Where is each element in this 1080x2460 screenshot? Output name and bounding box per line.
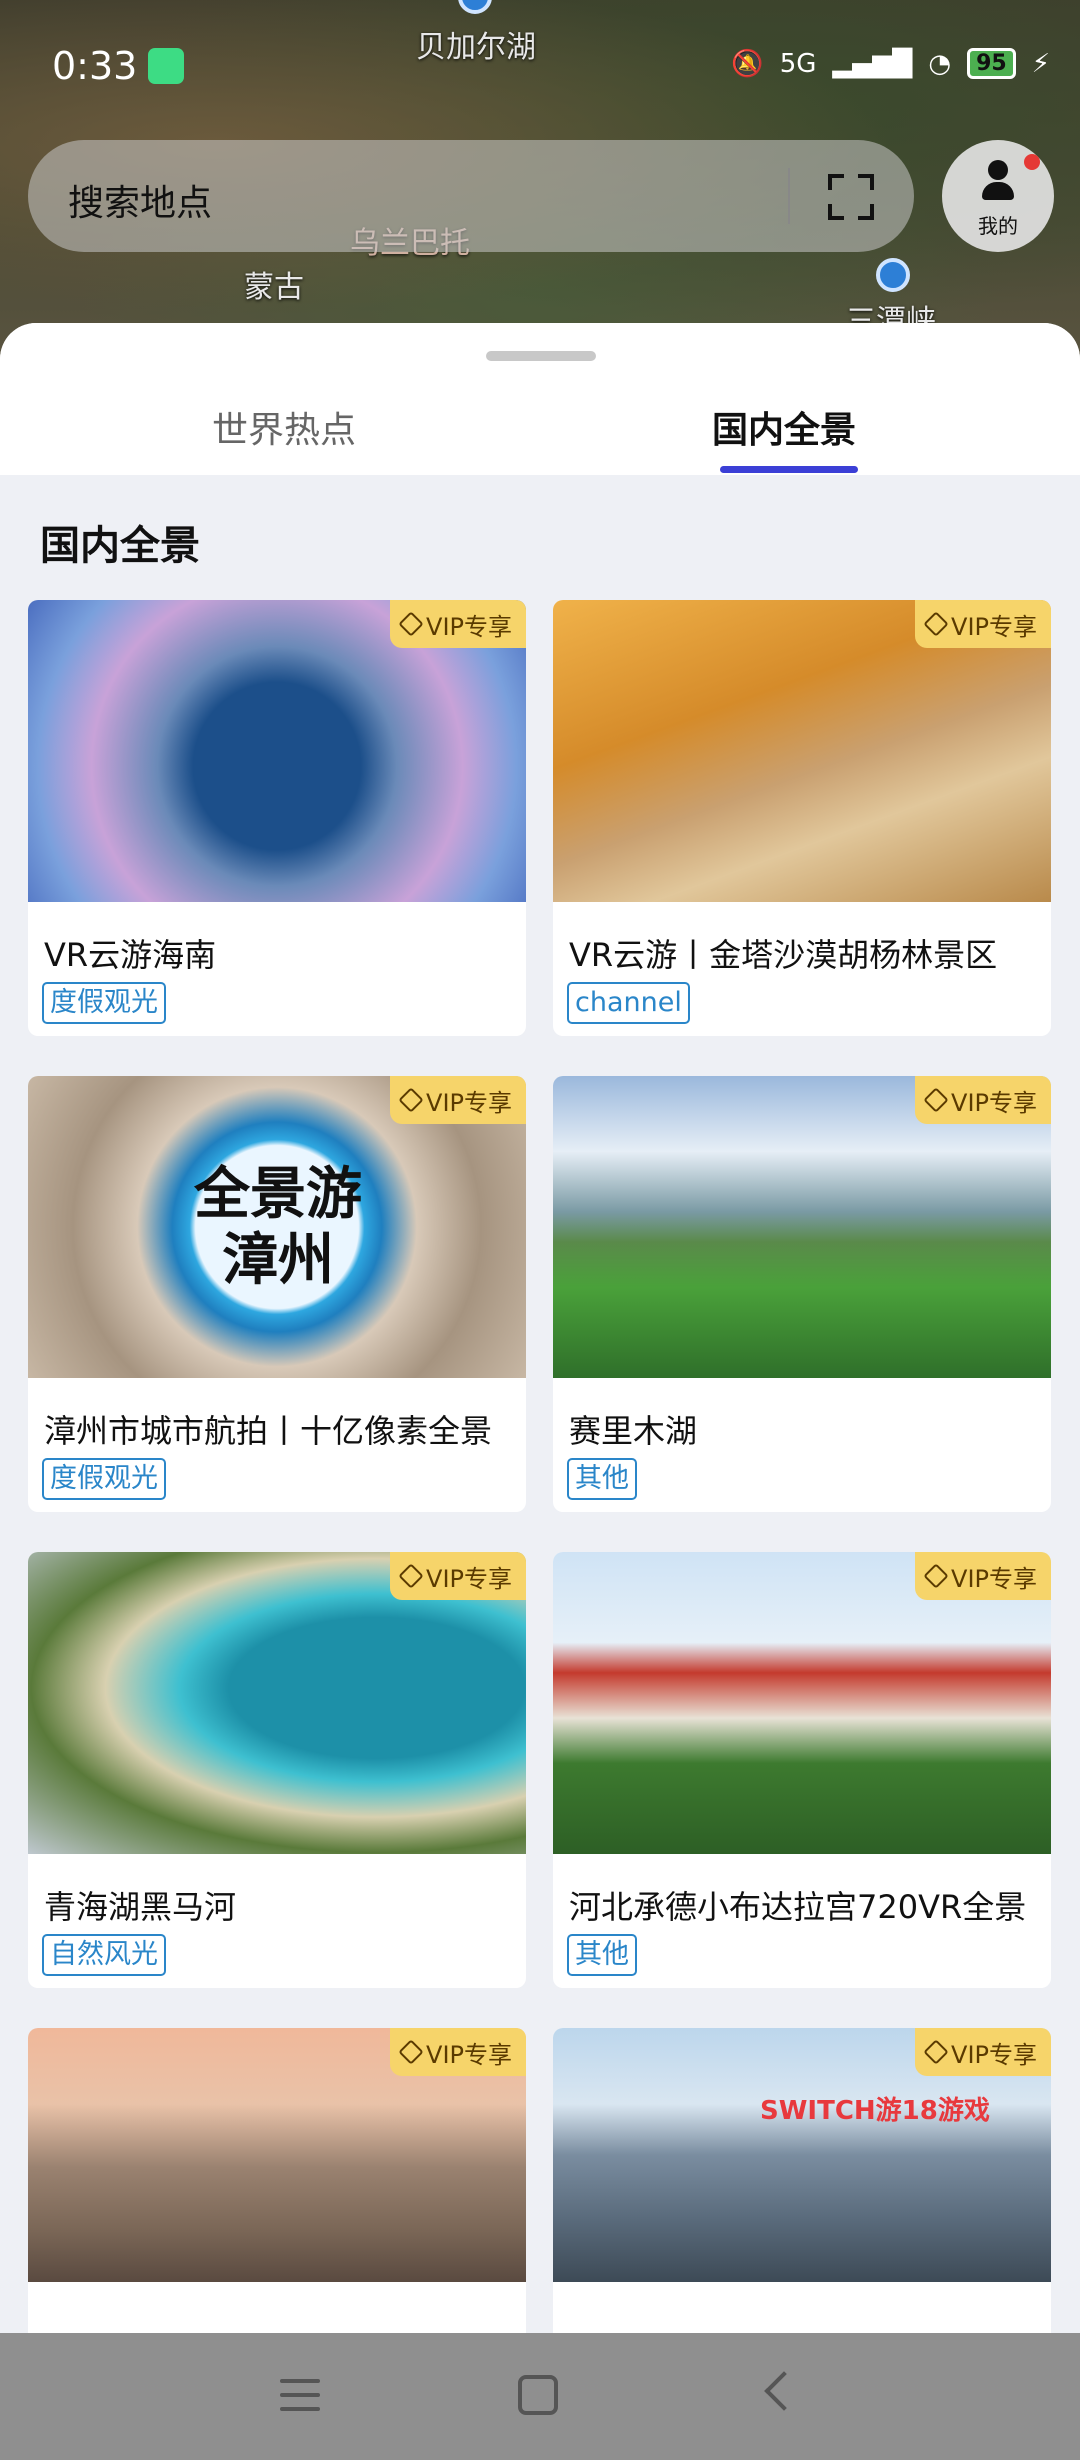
panorama-card[interactable]: VIP专享 <box>553 2028 1051 2333</box>
diamond-icon <box>923 1563 949 1589</box>
menu-icon[interactable] <box>280 2379 320 2411</box>
diamond-icon <box>923 2039 949 2065</box>
tab-world-hotspots[interactable]: 世界热点 <box>212 401 356 453</box>
card-title: 漳州市城市航拍丨十亿像素全景 <box>44 1412 493 1450</box>
section-title: 国内全景 <box>40 523 200 569</box>
vip-badge: VIP专享 <box>915 600 1051 648</box>
vip-badge: VIP专享 <box>390 600 526 648</box>
card-title: 赛里木湖 <box>569 1412 698 1450</box>
charging-icon: ⚡ <box>1031 48 1050 79</box>
status-time: 0:33 <box>52 44 138 88</box>
vip-badge: VIP专享 <box>390 2028 526 2076</box>
wifi-icon: ◔ <box>928 48 952 79</box>
status-bar: 0:33 🔕 5G ▂▄▆█ ◔ 95 ⚡ <box>0 0 1080 140</box>
panorama-card[interactable]: VIP专享 VR云游丨金塔沙漠胡杨林景区 channel <box>553 600 1051 1036</box>
card-title: 河北承德小布达拉宫720VR全景 <box>569 1888 1027 1926</box>
panorama-card[interactable]: VIP专享 赛里木湖 其他 <box>553 1076 1051 1512</box>
user-icon <box>982 160 1014 204</box>
notification-dot <box>1024 154 1040 170</box>
panorama-card[interactable]: VIP专享 <box>28 2028 526 2333</box>
card-title: VR云游海南 <box>44 936 217 974</box>
map-pin[interactable] <box>876 258 910 292</box>
battery-icon: 95 <box>967 48 1016 79</box>
panorama-card[interactable]: VIP专享 VR云游海南 度假观光 <box>28 600 526 1036</box>
diamond-icon <box>398 611 424 637</box>
card-tag: 其他 <box>567 1458 637 1500</box>
vip-badge: VIP专享 <box>915 1552 1051 1600</box>
vip-badge: VIP专享 <box>390 1552 526 1600</box>
card-tag: 度假观光 <box>42 982 166 1024</box>
card-tag: 其他 <box>567 1934 637 1976</box>
profile-label: 我的 <box>978 214 1018 238</box>
divider <box>788 168 790 224</box>
map-label-mongolia[interactable]: 蒙古 <box>244 262 304 306</box>
search-placeholder: 搜索地点 <box>68 183 213 224</box>
panorama-card[interactable]: VIP专享 河北承德小布达拉宫720VR全景 其他 <box>553 1552 1051 1988</box>
vip-badge: VIP专享 <box>390 1076 526 1124</box>
status-icons: 🔕 5G ▂▄▆█ ◔ 95 ⚡ <box>731 48 1050 79</box>
drag-handle[interactable] <box>486 351 596 361</box>
card-tag: channel <box>567 982 690 1024</box>
card-title: VR云游丨金塔沙漠胡杨林景区 <box>569 936 998 974</box>
search-input[interactable]: 搜索地点 <box>28 140 914 252</box>
vip-badge: VIP专享 <box>915 2028 1051 2076</box>
profile-button[interactable]: 我的 <box>942 140 1054 252</box>
panorama-card[interactable]: 全景游漳州 VIP专享 漳州市城市航拍丨十亿像素全景 度假观光 <box>28 1076 526 1512</box>
scan-icon[interactable] <box>828 174 874 220</box>
diamond-icon <box>398 2039 424 2065</box>
diamond-icon <box>398 1087 424 1113</box>
diamond-icon <box>398 1563 424 1589</box>
watermark: SWITCH游18游戏 <box>760 2096 990 2126</box>
signal-icon: 5G <box>779 48 817 79</box>
card-tag: 自然风光 <box>42 1934 166 1976</box>
sheet-header: 世界热点 国内全景 <box>0 323 1080 475</box>
vip-badge: VIP专享 <box>915 1076 1051 1124</box>
card-tag: 度假观光 <box>42 1458 166 1500</box>
card-title: 青海湖黑马河 <box>44 1888 237 1926</box>
system-nav-bar <box>0 2333 1080 2460</box>
tab-domestic-panorama[interactable]: 国内全景 <box>712 401 856 453</box>
active-tab-indicator <box>720 466 858 473</box>
android-icon <box>148 48 184 84</box>
panorama-card[interactable]: VIP专享 青海湖黑马河 自然风光 <box>28 1552 526 1988</box>
diamond-icon <box>923 611 949 637</box>
mute-icon: 🔕 <box>731 48 764 79</box>
home-icon[interactable] <box>518 2375 558 2415</box>
signal-bars-icon: ▂▄▆█ <box>832 48 913 79</box>
card-image-text: 全景游漳州 <box>194 1162 362 1293</box>
diamond-icon <box>923 1087 949 1113</box>
bottom-sheet: 世界热点 国内全景 国内全景 VIP专享 VR云游海南 度假观光 VIP专享 V… <box>0 323 1080 2333</box>
back-icon[interactable] <box>764 2371 804 2411</box>
